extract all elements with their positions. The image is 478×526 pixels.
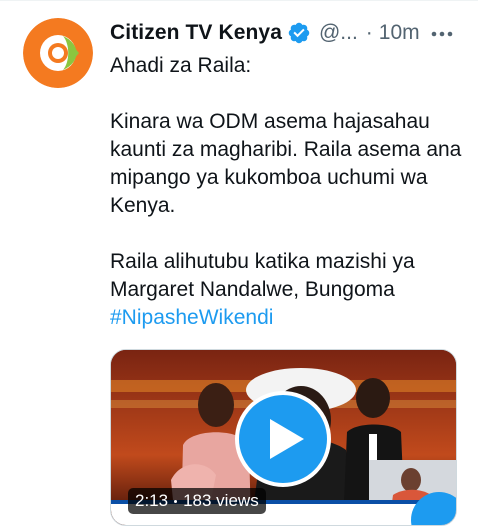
play-button[interactable] (235, 391, 331, 487)
separator: · (365, 21, 373, 44)
avatar[interactable] (23, 18, 93, 88)
tweet-text-paragraph: Raila alihutubu katika mazishi ya Margar… (110, 250, 415, 301)
play-icon (270, 419, 304, 459)
video-views: 183 views (183, 491, 259, 510)
citizen-tv-logo-icon (23, 18, 93, 88)
handle[interactable]: @... (319, 21, 358, 45)
divider (0, 0, 478, 1)
tweet-text-title: Ahadi za Raila: (110, 54, 252, 77)
tweet[interactable]: Citizen TV Kenya @... · 10m Ahadi za Rai… (0, 0, 478, 526)
video-stats-badge: 2:13 183 views (128, 488, 266, 514)
verified-badge-icon (288, 22, 310, 44)
tweet-text-paragraph: Kinara wa ODM asema hajasahau kaunti za … (110, 110, 462, 217)
video-duration: 2:13 (135, 491, 169, 510)
badge-separator-dot (174, 499, 178, 503)
more-options-icon[interactable] (430, 24, 454, 44)
video-media[interactable]: 2:13 183 views (110, 349, 457, 526)
timestamp[interactable]: 10m (379, 21, 420, 45)
hashtag-link[interactable]: #NipasheWikendi (110, 304, 273, 332)
tweet-header: Citizen TV Kenya @... · 10m (110, 19, 420, 47)
display-name[interactable]: Citizen TV Kenya (110, 21, 282, 45)
